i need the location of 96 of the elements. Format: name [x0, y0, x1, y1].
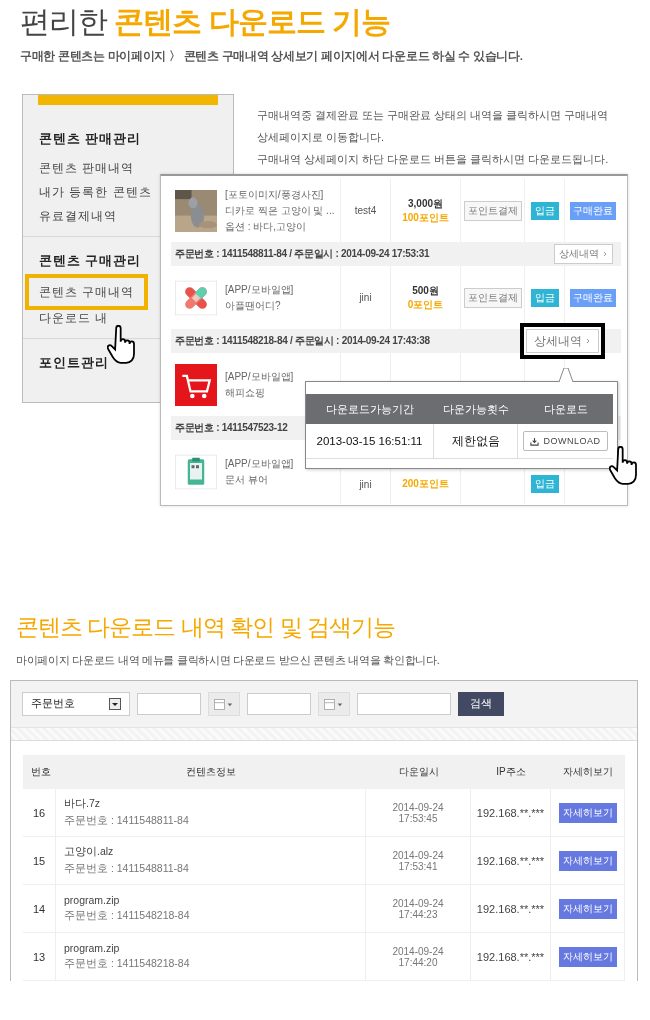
download-icon [530, 436, 540, 446]
file-name: program.zip [64, 942, 120, 954]
deposit-badge: 입금 [530, 288, 559, 307]
sidebar-heading: 콘텐츠 구매관리 [39, 253, 142, 270]
start-date-field[interactable] [247, 693, 311, 715]
seller-name: jini [359, 478, 372, 490]
order-info: 주문번호 : 1411547523-12 [175, 421, 288, 435]
product-category: [포토이미지/풍경사진] [225, 187, 325, 202]
calendar-icon [214, 698, 234, 710]
seller-name: test4 [354, 205, 377, 216]
order-number: 주문번호 : 1411548811-84 [64, 862, 189, 876]
view-details-button[interactable]: 자세히보기 [558, 850, 617, 871]
file-name: 고양이.alz [64, 845, 114, 859]
product-category: [APP/모바일앱] [225, 457, 294, 471]
section-subtitle: 마이페이지 다운로드 내역 메뉴를 클릭하시면 다운로드 받으신 콘텐츠 내역을 확인합니다. [16, 653, 441, 668]
column-header: 컨텐츠정보 [56, 755, 366, 789]
table-cell: 192.168.**.*** [471, 789, 551, 837]
file-name: 바다.7z [64, 797, 100, 811]
download-time: 17:44:20 [398, 956, 438, 968]
product-category: [APP/모바일앱] [225, 282, 294, 297]
view-details-button[interactable]: 자세히보기 [558, 898, 617, 919]
sidebar-item[interactable]: 다운로드 내 [39, 306, 109, 330]
points-text: 200포인트 [402, 477, 449, 491]
deposit-badge: 입금 [530, 475, 559, 493]
table-cell: 2013-03-15 16:51:11 [306, 424, 434, 459]
calendar-button[interactable] [208, 692, 240, 716]
product-title[interactable]: 문서 뷰어 [225, 473, 294, 487]
product-category: [APP/모바일앱] [225, 369, 294, 384]
calendar-button[interactable] [318, 692, 350, 716]
table-cell: 13 [23, 933, 56, 981]
column-header: 다운로드가능기간 [306, 394, 434, 424]
table-cell: 192.168.**.*** [471, 933, 551, 981]
download-date: 2014-09-24 [392, 801, 444, 813]
product-option: 옵션 : 바다,고양이 [225, 219, 335, 234]
detail-button[interactable]: 상세내역 [520, 323, 605, 359]
download-date: 2014-09-24 [392, 897, 444, 909]
order-number: 주문번호 : 1411548811-84 [64, 814, 189, 828]
table-cell: 15 [23, 837, 56, 885]
column-header: IP주소 [471, 755, 551, 789]
product-title[interactable]: 디카로 찍은 고양이 및 ... [225, 203, 335, 218]
payment-tag: 포인트결제 [463, 200, 522, 221]
sidebar-item[interactable]: 유료결제내역 [39, 204, 117, 228]
order-number: 주문번호 : 1411548218-84 [64, 909, 190, 923]
column-header: 번호 [23, 755, 56, 789]
end-date-field[interactable] [357, 693, 451, 715]
download-date: 2014-09-24 [392, 945, 444, 957]
sidebar-item[interactable]: 콘텐츠 판매내역 [39, 156, 135, 180]
table-cell: 16 [23, 789, 56, 837]
file-name: program.zip [64, 894, 120, 906]
description-text: 구매내역 상세페이지 하단 다운로드 버튼을 클릭하시면 다운로드됩니다. [257, 152, 610, 167]
order-info: 주문번호 : 1411548218-84 / 주문일시 : 2014-09-24 17:43:38 [175, 334, 430, 348]
table-cell: 192.168.**.*** [471, 885, 551, 933]
page-subtitle: 구매한 콘텐츠는 마이페이지 〉 콘텐츠 구매내역 상세보기 페이지에서 다운로드 하실 수 있습니다. [20, 49, 524, 64]
points-text: 100포인트 [402, 210, 449, 225]
table-cell: 192.168.**.*** [471, 837, 551, 885]
sidebar-heading: 콘텐츠 판매관리 [39, 131, 142, 148]
status-badge: 구매완료 [570, 201, 616, 220]
detail-button[interactable]: 상세내역 [554, 244, 613, 264]
seller-name: jini [359, 292, 372, 303]
view-details-button[interactable]: 자세히보기 [558, 802, 617, 823]
search-type-select[interactable]: 주문번호 [22, 692, 130, 716]
price-text: 500원 [412, 283, 439, 298]
order-number: 주문번호 : 1411548218-84 [64, 957, 190, 971]
chevron-icon [585, 337, 591, 345]
column-header: 다운일시 [366, 755, 471, 789]
dropdown-icon [109, 698, 121, 710]
download-time: 17:53:41 [398, 860, 438, 872]
clipboard-icon [175, 451, 217, 493]
download-time: 17:53:45 [398, 812, 438, 824]
shopping-cart-icon [175, 363, 217, 406]
section-title: 콘텐츠 다운로드 내역 확인 및 검색기능 [16, 613, 396, 642]
order-info: 주문번호 : 1411548811-84 / 주문일시 : 2014-09-24 17:53:31 [175, 247, 430, 261]
payment-tag: 포인트결제 [463, 287, 522, 308]
keyword-field[interactable] [137, 693, 201, 715]
chevron-icon [602, 250, 608, 258]
download-button[interactable]: DOWNLOAD [523, 431, 608, 451]
status-badge: 구매완료 [570, 288, 616, 307]
product-title[interactable]: 해피쇼핑 [225, 385, 294, 400]
product-title[interactable]: 아플땐어디? [225, 298, 294, 313]
deposit-badge: 입금 [530, 201, 559, 220]
table-cell: 제한없음 [434, 424, 518, 459]
download-time: 17:44:23 [398, 908, 438, 920]
calendar-icon [324, 698, 344, 710]
column-header: 다운가능횟수 [434, 394, 518, 424]
sidebar-item[interactable]: 내가 등록한 콘텐츠 [39, 180, 152, 204]
points-text: 0포인트 [407, 297, 444, 312]
sidebar-heading: 포인트관리 [39, 355, 109, 372]
search-button[interactable]: 검색 [458, 692, 504, 716]
description-text: 구매내역중 결제완료 또는 구매완료 상태의 내역을 클릭하시면 구매내역 상세페이지로 이동합니다. [257, 108, 610, 145]
download-date: 2014-09-24 [392, 849, 444, 861]
column-header: 다운로드 [518, 394, 613, 424]
page-title: 편리한 콘텐츠 다운로드 기능 [19, 4, 391, 40]
column-header: 자세히보기 [551, 755, 625, 789]
price-text: 3,000원 [408, 196, 443, 211]
table-cell: 14 [23, 885, 56, 933]
view-details-button[interactable]: 자세히보기 [558, 946, 617, 967]
